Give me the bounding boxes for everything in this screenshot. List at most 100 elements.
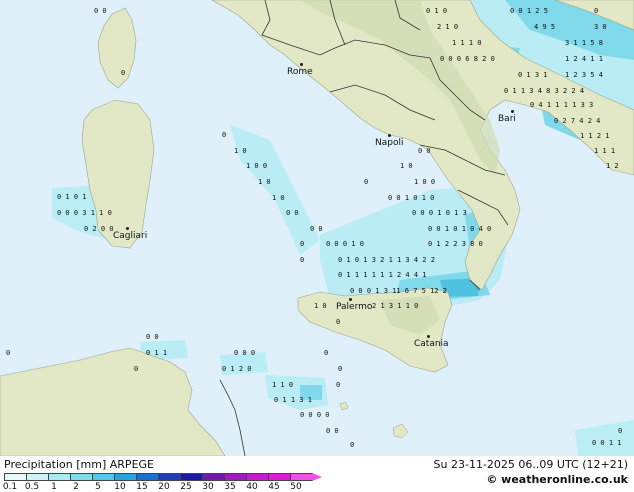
- precip-value: 0 1 1 3 4 8 3 2 2 4: [504, 87, 585, 95]
- precip-value: 4 9 5: [534, 23, 556, 31]
- product-title: Precipitation [mm] ARPEGE: [4, 458, 154, 471]
- precip-value: 0 0: [310, 225, 323, 233]
- color-scale-cell: [158, 473, 181, 481]
- color-scale-cell: [48, 473, 71, 481]
- precip-value: 0 0 0 1 3 11 6 7 5 12 2: [350, 287, 447, 295]
- precip-value: 0 0 0 6 8 2 0: [440, 55, 495, 63]
- city-label: Rome: [287, 67, 313, 77]
- precip-value: 0 1 1 1 1 1 1 2 4 4 1: [338, 271, 427, 279]
- precip-value: 0: [222, 131, 227, 139]
- precip-value: 0: [300, 256, 305, 264]
- precip-value: 0 0: [94, 7, 107, 15]
- color-scale-tick: 5: [95, 482, 101, 492]
- precip-value: 0 0 1 0 1 0 4 0: [428, 225, 492, 233]
- precip-value: 0 0 1 1: [592, 439, 622, 447]
- precip-value: 0 2 0 0: [84, 225, 114, 233]
- precip-value: 2 1 0: [437, 23, 459, 31]
- color-scale-cell: [268, 473, 291, 481]
- color-scale-cell: [180, 473, 203, 481]
- precip-value: 0: [618, 427, 623, 435]
- color-scale-tick: 45: [268, 482, 280, 492]
- credit-link[interactable]: © weatheronline.co.uk: [486, 473, 628, 486]
- color-scale-cell: [246, 473, 269, 481]
- color-scale-cell: [136, 473, 159, 481]
- precip-value: 1 2 3 5 4: [565, 71, 603, 79]
- color-scale-cell: [4, 473, 27, 481]
- city-label: Palermo: [336, 302, 373, 312]
- precip-value: 0: [121, 69, 126, 77]
- color-scale-tick: 2: [73, 482, 79, 492]
- city-label: Bari: [498, 114, 516, 124]
- precip-value: 0 1 0 1: [57, 193, 87, 201]
- precip-value: 1 0 0: [246, 162, 268, 170]
- city-dot: [388, 134, 391, 137]
- color-scale-cell: [202, 473, 225, 481]
- precip-value: 0: [336, 381, 341, 389]
- city-dot: [126, 227, 129, 230]
- city-dot: [511, 110, 514, 113]
- precip-value: 1 0: [234, 147, 247, 155]
- precip-value: 0: [300, 240, 305, 248]
- color-scale-tick: 50: [290, 482, 302, 492]
- precip-value: 0: [338, 365, 343, 373]
- precip-value: 3 1 1 5 8: [565, 39, 603, 47]
- city-label: Cagliari: [113, 231, 148, 241]
- color-scale-tick: 15: [136, 482, 148, 492]
- color-scale-tick: 0.1: [2, 482, 18, 492]
- legend: Precipitation [mm] ARPEGE Su 23-11-2025 …: [0, 456, 634, 492]
- precip-value: 0: [350, 441, 355, 449]
- precip-value: 0 1 2 0: [222, 365, 252, 373]
- precipitation-map: 0 0 0 0 1 0 0 0 1 2 5 0 2 1 0 4 9 5 3 0 1 1 1 0 3…: [0, 0, 634, 456]
- forecast-time: Su 23-11-2025 06..09 UTC (12+21): [433, 458, 628, 471]
- color-scale-cell: [224, 473, 247, 481]
- precip-value: 0 2 7 4 2 4: [554, 117, 601, 125]
- color-scale-cell: [114, 473, 137, 481]
- precip-value: 0: [6, 349, 11, 357]
- precip-value: 0 1 2 2 3 8 0: [428, 240, 483, 248]
- city-label: Catania: [414, 339, 449, 349]
- precip-value: 1 1 2 1: [580, 132, 610, 140]
- precip-value: 1 0: [400, 162, 413, 170]
- precip-value: 0 1 1: [146, 349, 168, 357]
- color-scale-tick: 10: [114, 482, 126, 492]
- color-scale-tick: 1: [51, 482, 57, 492]
- precip-value: 2 1 3 1 1 0: [372, 302, 419, 310]
- precip-value: 1 1 0: [272, 381, 294, 389]
- color-scale-cell: [92, 473, 115, 481]
- precip-value: 0 0: [286, 209, 299, 217]
- precip-value: 1 2: [606, 162, 619, 170]
- color-scale-cell: [26, 473, 49, 481]
- city-dot: [427, 335, 430, 338]
- precip-value: 1 0 0: [414, 178, 436, 186]
- precip-value: 0: [134, 365, 139, 373]
- precip-value: 0 0 0 3 1 1 0: [57, 209, 112, 217]
- color-scale-tick: 40: [246, 482, 258, 492]
- precip-value: 0: [336, 318, 341, 326]
- precip-value: 0 1 0 1 3 2 1 1 3 4 2 2: [338, 256, 435, 264]
- precip-value: 0 4 1 1 1 1 3 3: [530, 101, 594, 109]
- color-scale-tick: 25: [180, 482, 192, 492]
- color-scale-arrow: [312, 473, 322, 481]
- color-scale-cell: [70, 473, 93, 481]
- color-scale-tick: 0.5: [24, 482, 40, 492]
- color-scale-tick: 30: [202, 482, 214, 492]
- precip-value: 0 0 0 1 0: [326, 240, 364, 248]
- precip-value: 0 1 0: [426, 7, 448, 15]
- precip-value: 1 0: [314, 302, 327, 310]
- precip-value: 0: [364, 178, 369, 186]
- precip-value: 1 0: [258, 178, 271, 186]
- precip-value: 1 1 1 0: [452, 39, 482, 47]
- precip-value: 1 2 4 1 1: [565, 55, 603, 63]
- color-scale-cell: [290, 473, 313, 481]
- precip-value: 0 0: [146, 333, 159, 341]
- precip-value: 0 1 3 1: [518, 71, 548, 79]
- precip-value: 0: [594, 7, 599, 15]
- color-scale-tick: 35: [224, 482, 236, 492]
- precip-value: 0 0 1 0 1 0: [388, 194, 435, 202]
- color-scale: [4, 473, 322, 481]
- color-scale-tick: 20: [158, 482, 170, 492]
- precip-value: 0 0 0 1 0 1 3: [412, 209, 467, 217]
- city-dot: [300, 63, 303, 66]
- precip-value: 0 0 0 0: [300, 411, 330, 419]
- precip-value: 0 0: [418, 147, 431, 155]
